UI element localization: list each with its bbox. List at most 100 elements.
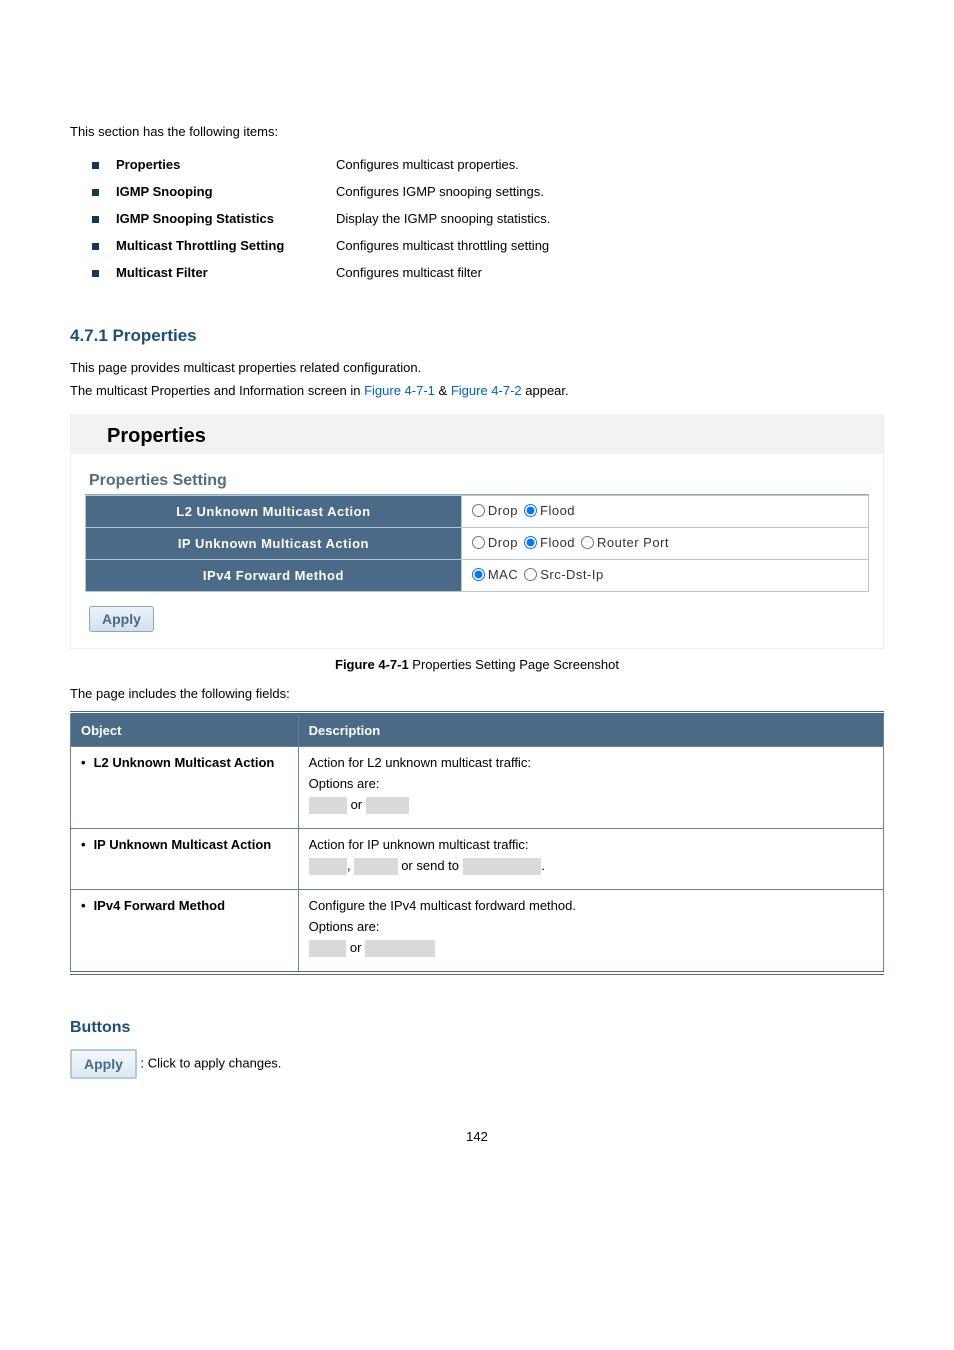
desc-line: Action for IP unknown multicast traffic: xyxy=(309,837,873,852)
radio-input[interactable] xyxy=(472,568,485,581)
setting-options: MAC Src-Dst-Ip xyxy=(461,560,868,592)
desc-options: MAC or Src-Dst-Ip xyxy=(309,940,873,957)
field-object-name: IPv4 Forward Method xyxy=(94,898,225,913)
list-item: PropertiesConfigures multicast propertie… xyxy=(80,151,556,178)
item-desc: Configures multicast properties. xyxy=(330,151,556,178)
bullet-icon: • xyxy=(81,837,86,852)
radio-label: Drop xyxy=(488,535,518,550)
item-name: Multicast Filter xyxy=(110,259,330,286)
figure-link-1[interactable]: Figure 4-7-1 xyxy=(364,383,435,398)
bullet-icon: • xyxy=(81,898,86,913)
list-item: Multicast FilterConfigures multicast fil… xyxy=(80,259,556,286)
option-value: Flood xyxy=(366,797,409,814)
fields-header-object: Object xyxy=(71,713,299,747)
field-object-name: L2 Unknown Multicast Action xyxy=(94,755,275,770)
option-value: Drop xyxy=(309,797,347,814)
section-number: 4.7.1 xyxy=(70,326,108,345)
radio-input[interactable] xyxy=(472,536,485,549)
figure-caption: Figure 4-7-1 Properties Setting Page Scr… xyxy=(70,657,884,672)
radio-option[interactable]: Src-Dst-Ip xyxy=(524,567,604,582)
radio-label: MAC xyxy=(488,567,518,582)
desc-options: Drop, Flood or send to Router port. xyxy=(309,858,873,875)
buttons-row: Apply : Click to apply changes. xyxy=(70,1049,884,1079)
option-value: MAC xyxy=(309,940,347,957)
desc-line: Options are: xyxy=(309,776,873,791)
table-row: • IP Unknown Multicast Action Action for I… xyxy=(71,828,884,889)
page-number: 142 xyxy=(70,1129,884,1144)
radio-option[interactable]: Drop xyxy=(472,503,518,518)
item-desc: Display the IGMP snooping statistics. xyxy=(330,205,556,232)
desc-line: Options are: xyxy=(309,919,873,934)
radio-label: Src-Dst-Ip xyxy=(540,567,604,582)
fields-header-description: Description xyxy=(298,713,883,747)
item-name: Properties xyxy=(110,151,330,178)
setting-options: Drop Flood xyxy=(461,496,868,528)
item-name: IGMP Snooping Statistics xyxy=(110,205,330,232)
fields-table: Object Description • L2 Unknown Multicast… xyxy=(70,711,884,975)
radio-input[interactable] xyxy=(524,568,537,581)
table-row: IP Unknown Multicast Action Drop Flood Rout… xyxy=(86,528,869,560)
square-bullet-icon xyxy=(92,216,99,223)
radio-input[interactable] xyxy=(581,536,594,549)
field-description: Action for L2 unknown multicast traffic:… xyxy=(298,747,883,829)
panel-subtitle: Properties Setting xyxy=(85,464,869,495)
radio-option[interactable]: Router Port xyxy=(581,535,669,550)
items-list: PropertiesConfigures multicast propertie… xyxy=(80,151,556,286)
table-row: • L2 Unknown Multicast Action Action for L… xyxy=(71,747,884,829)
square-bullet-icon xyxy=(92,270,99,277)
field-description: Configure the IPv4 multicast fordward me… xyxy=(298,889,883,972)
apply-button-inline[interactable]: Apply xyxy=(70,1049,137,1079)
figure-link-2[interactable]: Figure 4-7-2 xyxy=(451,383,522,398)
item-desc: Configures multicast throttling setting xyxy=(330,232,556,259)
desc-line: Configure the IPv4 multicast fordward me… xyxy=(309,898,873,913)
square-bullet-icon xyxy=(92,243,99,250)
table-row: L2 Unknown Multicast Action Drop Flood xyxy=(86,496,869,528)
list-item: IGMP SnoopingConfigures IGMP snooping se… xyxy=(80,178,556,205)
section-intro: This section has the following items: xyxy=(70,124,884,139)
option-value: Drop xyxy=(309,858,347,875)
square-bullet-icon xyxy=(92,189,99,196)
section-heading: 4.7.1 Properties xyxy=(70,326,884,346)
setting-label: IPv4 Forward Method xyxy=(86,560,462,592)
panel-title: Properties xyxy=(71,415,883,454)
table-row: • IPv4 Forward Method Configure the IPv4 m… xyxy=(71,889,884,972)
list-item: Multicast Throttling SettingConfigures m… xyxy=(80,232,556,259)
field-object: • IPv4 Forward Method xyxy=(71,889,299,972)
properties-screenshot: Properties Properties Setting L2 Unknown… xyxy=(70,414,884,649)
setting-label: L2 Unknown Multicast Action xyxy=(86,496,462,528)
radio-option[interactable]: MAC xyxy=(472,567,518,582)
radio-option[interactable]: Drop xyxy=(472,535,518,550)
desc-options: Drop or Flood xyxy=(309,797,873,814)
apply-button-desc: : Click to apply changes. xyxy=(141,1055,282,1070)
radio-label: Router Port xyxy=(597,535,669,550)
buttons-heading: Buttons xyxy=(70,1019,884,1037)
item-desc: Configures multicast filter xyxy=(330,259,556,286)
radio-input[interactable] xyxy=(524,504,537,517)
table-row: IPv4 Forward Method MAC Src-Dst-Ip xyxy=(86,560,869,592)
desc-line: Action for L2 unknown multicast traffic: xyxy=(309,755,873,770)
square-bullet-icon xyxy=(92,162,99,169)
field-description: Action for IP unknown multicast traffic:… xyxy=(298,828,883,889)
bullet-icon: • xyxy=(81,755,86,770)
radio-option[interactable]: Flood xyxy=(524,535,575,550)
setting-label: IP Unknown Multicast Action xyxy=(86,528,462,560)
apply-button[interactable]: Apply xyxy=(89,606,154,632)
radio-label: Flood xyxy=(540,535,575,550)
properties-setting-table: L2 Unknown Multicast ActionDropFloodIP U… xyxy=(85,495,869,592)
field-object: • IP Unknown Multicast Action xyxy=(71,828,299,889)
body-line-1: This page provides multicast properties … xyxy=(70,360,884,375)
option-value: Src-Dst-Ip xyxy=(365,940,435,957)
option-value: Flood xyxy=(354,858,397,875)
radio-input[interactable] xyxy=(472,504,485,517)
option-value: Router port xyxy=(463,858,542,875)
radio-label: Flood xyxy=(540,503,575,518)
radio-input[interactable] xyxy=(524,536,537,549)
item-name: IGMP Snooping xyxy=(110,178,330,205)
section-title: Properties xyxy=(113,326,197,345)
setting-options: Drop Flood Router Port xyxy=(461,528,868,560)
field-object-name: IP Unknown Multicast Action xyxy=(94,837,272,852)
list-item: IGMP Snooping StatisticsDisplay the IGMP… xyxy=(80,205,556,232)
body-line-2: The multicast Properties and Information… xyxy=(70,383,884,398)
item-name: Multicast Throttling Setting xyxy=(110,232,330,259)
radio-option[interactable]: Flood xyxy=(524,503,575,518)
